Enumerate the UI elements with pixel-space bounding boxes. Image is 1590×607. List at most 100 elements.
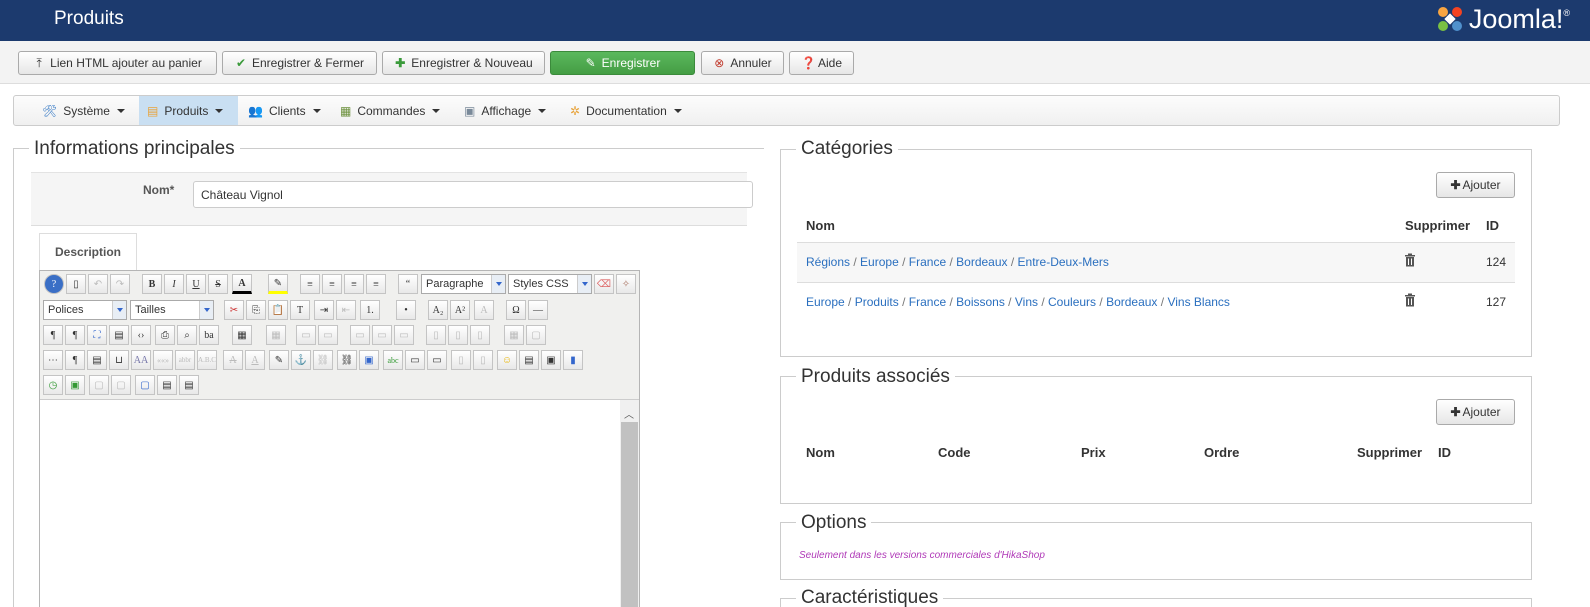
scrollbar-thumb[interactable] [621,422,638,607]
replace-icon[interactable]: ba [199,325,219,345]
cart-link-button[interactable]: ⤒ Lien HTML ajouter au panier [18,51,217,75]
menu-item-produits[interactable]: ▤ Produits [139,96,238,125]
delete-table-icon[interactable]: ▦ [266,325,286,345]
split-cells-icon[interactable]: ▦ [504,325,524,345]
paste-text-icon[interactable]: T [290,300,310,320]
redo-icon[interactable]: ↷ [110,274,130,294]
emoticon-icon[interactable]: ☺ [497,350,517,370]
category-link[interactable]: France [909,295,946,309]
add-related-product-button[interactable]: ✚ Ajouter [1436,399,1515,425]
merge-cells-icon[interactable]: ▢ [526,325,546,345]
trash-icon[interactable] [1404,293,1416,307]
menu-item-commandes[interactable]: ▦ Commandes [332,96,448,125]
cleanup-icon[interactable]: ✧ [616,274,636,294]
delete-row-icon[interactable]: ▭ [394,325,414,345]
col-after-icon[interactable]: ▯ [448,325,468,345]
delete-icon[interactable]: A [223,350,243,370]
box-full-icon[interactable]: ▢ [135,375,155,395]
highlight-icon[interactable]: ✎ [268,274,288,294]
category-link[interactable]: Bordeaux [1106,295,1157,309]
category-link[interactable]: France [909,255,946,269]
save-close-button[interactable]: ✔ Enregistrer & Fermer [222,51,377,75]
align-center-icon[interactable]: ≡ [322,274,342,294]
outdent-icon[interactable]: ⇤ [336,300,356,320]
anchor-icon[interactable]: ⚓ [291,350,311,370]
category-link[interactable]: Entre-Deux-Mers [1018,255,1109,269]
eraser-icon[interactable]: ⌫ [594,274,614,294]
chevron-up-icon[interactable]: ︿ [624,406,634,421]
film-icon[interactable]: ▮ [563,350,583,370]
format-select[interactable]: Paragraphe [421,274,506,294]
underline-icon[interactable]: U [186,274,206,294]
italic-icon[interactable]: I [164,274,184,294]
category-link[interactable]: Produits [855,295,899,309]
insert-icon[interactable]: A [245,350,265,370]
cite-icon[interactable]: ««» [153,350,173,370]
row-after-icon[interactable]: ▭ [372,325,392,345]
visual-aid-icon[interactable]: ⋯ [43,350,63,370]
nonbreaking-icon[interactable]: ⊔ [109,350,129,370]
joomla-logo[interactable]: Joomla! ® [1435,2,1570,36]
pilcrow-icon[interactable]: ¶ [65,350,85,370]
preview-icon[interactable]: ▤ [109,325,129,345]
align-justify-icon[interactable]: ≡ [300,274,320,294]
strikethrough-icon[interactable]: S [208,274,228,294]
print-icon[interactable]: ⎙ [155,325,175,345]
col-before-icon[interactable]: ▯ [426,325,446,345]
name-input[interactable]: Château Vignol [193,181,753,208]
category-link[interactable]: Bordeaux [956,255,1007,269]
undo-icon[interactable]: ↶ [88,274,108,294]
help-icon[interactable]: ? [44,274,64,294]
editor-scrollbar[interactable]: ︿ [620,400,639,607]
text-color-icon[interactable]: A [232,274,252,294]
trash-icon[interactable] [1404,253,1416,267]
readmore-icon[interactable]: ▤ [179,375,199,395]
cell-props-icon[interactable]: ▭ [318,325,338,345]
category-link[interactable]: Boissons [956,295,1005,309]
ltr-icon[interactable]: ¶ [43,325,63,345]
bold-icon[interactable]: B [142,274,162,294]
table-icon[interactable]: ▦ [232,325,252,345]
insert-time-icon[interactable]: ◷ [43,375,63,395]
box-left-icon[interactable]: ▢ [89,375,109,395]
font-color-icon[interactable]: A [474,300,494,320]
help-button[interactable]: ❓ Aide [789,51,854,75]
tab-description[interactable]: Description [39,233,137,270]
attributes-icon[interactable]: ✎ [269,350,289,370]
horizontal-rule-icon[interactable]: — [528,300,548,320]
styles-select[interactable]: Styles CSS [508,274,592,294]
category-link[interactable]: Vins Blancs [1167,295,1229,309]
image-icon[interactable]: ▣ [359,350,379,370]
align-right-icon[interactable]: ≡ [366,274,386,294]
paste-icon[interactable]: 📋 [268,300,288,320]
ordered-list-icon[interactable]: 1. [360,300,380,320]
unordered-list-icon[interactable]: • [396,300,416,320]
row-props-icon[interactable]: ▭ [296,325,316,345]
save-new-button[interactable]: ✚ Enregistrer & Nouveau [382,51,545,75]
spellcheck-icon[interactable]: abc [383,350,403,370]
superscript-icon[interactable]: A² [450,300,470,320]
category-link[interactable]: Régions [806,255,850,269]
cut-icon[interactable]: ✂ [224,300,244,320]
menu-item-documentation[interactable]: ✲ Documentation [562,96,690,125]
copy-icon[interactable]: ⎘ [246,300,266,320]
abbr-icon[interactable]: abbr [175,350,195,370]
box-right-icon[interactable]: ▢ [111,375,131,395]
code-icon[interactable]: ‹› [131,325,151,345]
save-button[interactable]: ✎ Enregistrer [550,51,695,75]
category-link[interactable]: Europe [806,295,845,309]
insert-image-icon[interactable]: ▣ [541,350,561,370]
style-props-icon[interactable]: AA [131,350,151,370]
acronym-icon[interactable]: A.B.C [197,350,217,370]
unlink-icon[interactable]: ⛓ [313,350,333,370]
rtl-icon[interactable]: ¶ [65,325,85,345]
align-left-icon[interactable]: ≡ [344,274,364,294]
link-icon[interactable]: ⛓ [337,350,357,370]
add-category-button[interactable]: ✚ Ajouter [1436,172,1515,198]
move-backward-icon[interactable]: ▯ [473,350,493,370]
subscript-icon[interactable]: A₂ [428,300,448,320]
menu-item-affichage[interactable]: ▣ Affichage [456,96,554,125]
fullscreen-icon[interactable]: ⛶ [87,325,107,345]
blockquote-icon[interactable]: “ [398,274,418,294]
menu-item-systeme[interactable]: 🛠 Système [34,96,133,125]
